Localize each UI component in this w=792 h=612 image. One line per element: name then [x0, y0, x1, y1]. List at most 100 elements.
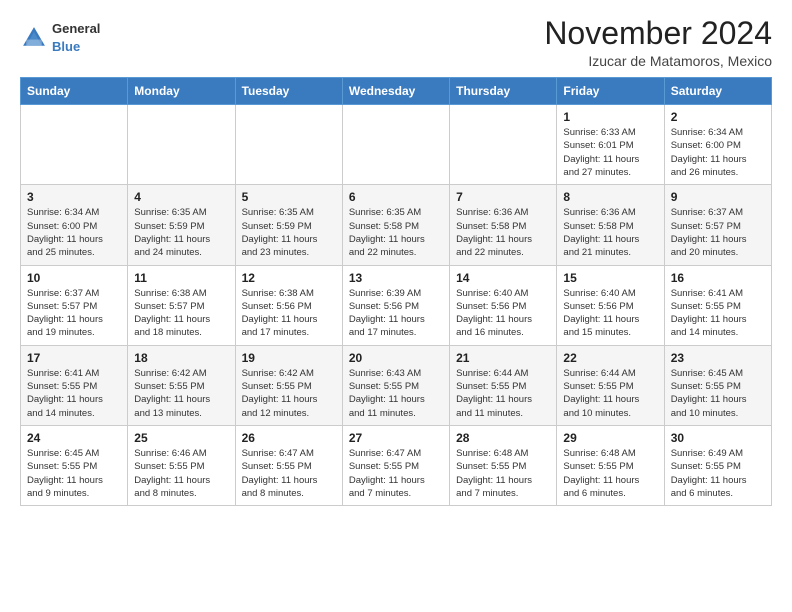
day-number: 4	[134, 190, 228, 204]
day-number: 22	[563, 351, 657, 365]
cell-2-6: 16Sunrise: 6:41 AM Sunset: 5:55 PM Dayli…	[664, 265, 771, 345]
cell-1-6: 9 Sunrise: 6:37 AM Sunset: 5:57 PM Daylig…	[664, 185, 771, 265]
day-info: Sunrise: 6:36 AM Sunset: 5:58 PM Dayligh…	[456, 206, 550, 259]
day-number: 15	[563, 271, 657, 285]
cell-3-6: 23 Sunrise: 6:45 AM Sunset: 5:55 PM Dayli…	[664, 345, 771, 425]
day-info: Sunrise: 6:47 AM Sunset: 5:55 PM Dayligh…	[349, 447, 443, 500]
cell-1-1: 4 Sunrise: 6:35 AM Sunset: 5:59 PM Daylig…	[128, 185, 235, 265]
week-row-2: 3 Sunrise: 6:34 AM Sunset: 6:00 PM Daylig…	[21, 185, 772, 265]
day-info: Sunrise: 6:35 AM Sunset: 5:59 PM Dayligh…	[134, 206, 228, 259]
cell-3-4: 21 Sunrise: 6:44 AM Sunset: 5:55 PM Dayli…	[450, 345, 557, 425]
col-monday: Monday	[128, 78, 235, 105]
logo-icon	[20, 24, 48, 52]
cell-2-2: 12Sunrise: 6:38 AM Sunset: 5:56 PM Dayli…	[235, 265, 342, 345]
col-wednesday: Wednesday	[342, 78, 449, 105]
day-number: 19	[242, 351, 336, 365]
cell-1-0: 3 Sunrise: 6:34 AM Sunset: 6:00 PM Daylig…	[21, 185, 128, 265]
day-info: Sunrise: 6:40 AM Sunset: 5:56 PM Dayligh…	[456, 287, 550, 340]
day-info: Sunrise: 6:34 AM Sunset: 6:00 PM Dayligh…	[671, 126, 765, 179]
day-info: Sunrise: 6:45 AM Sunset: 5:55 PM Dayligh…	[27, 447, 121, 500]
cell-1-2: 5 Sunrise: 6:35 AM Sunset: 5:59 PM Daylig…	[235, 185, 342, 265]
header-row: General Blue November 2024 Izucar de Mat…	[20, 16, 772, 69]
cell-2-1: 11Sunrise: 6:38 AM Sunset: 5:57 PM Dayli…	[128, 265, 235, 345]
day-info: Sunrise: 6:37 AM Sunset: 5:57 PM Dayligh…	[671, 206, 765, 259]
col-friday: Friday	[557, 78, 664, 105]
day-info: Sunrise: 6:39 AM Sunset: 5:56 PM Dayligh…	[349, 287, 443, 340]
cell-4-2: 26 Sunrise: 6:47 AM Sunset: 5:55 PM Dayli…	[235, 425, 342, 505]
cell-0-3	[342, 105, 449, 185]
day-number: 27	[349, 431, 443, 445]
day-number: 9	[671, 190, 765, 204]
cell-4-1: 25 Sunrise: 6:46 AM Sunset: 5:55 PM Dayli…	[128, 425, 235, 505]
logo-general-text: General	[52, 21, 100, 36]
day-number: 13	[349, 271, 443, 285]
day-number: 16	[671, 271, 765, 285]
day-info: Sunrise: 6:40 AM Sunset: 5:56 PM Dayligh…	[563, 287, 657, 340]
day-info: Sunrise: 6:45 AM Sunset: 5:55 PM Dayligh…	[671, 367, 765, 420]
cell-2-5: 15 Sunrise: 6:40 AM Sunset: 5:56 PM Dayli…	[557, 265, 664, 345]
cell-2-4: 14Sunrise: 6:40 AM Sunset: 5:56 PM Dayli…	[450, 265, 557, 345]
week-row-4: 17 Sunrise: 6:41 AM Sunset: 5:55 PM Dayli…	[21, 345, 772, 425]
day-info: Sunrise: 6:43 AM Sunset: 5:55 PM Dayligh…	[349, 367, 443, 420]
cell-1-5: 8 Sunrise: 6:36 AM Sunset: 5:58 PM Daylig…	[557, 185, 664, 265]
cell-1-4: 7 Sunrise: 6:36 AM Sunset: 5:58 PM Daylig…	[450, 185, 557, 265]
day-info: Sunrise: 6:37 AM Sunset: 5:57 PM Dayligh…	[27, 287, 121, 340]
calendar-page: General Blue November 2024 Izucar de Mat…	[0, 0, 792, 612]
cell-4-0: 24Sunrise: 6:45 AM Sunset: 5:55 PM Dayli…	[21, 425, 128, 505]
cell-0-5: 1 Sunrise: 6:33 AM Sunset: 6:01 PM Daylig…	[557, 105, 664, 185]
day-info: Sunrise: 6:33 AM Sunset: 6:01 PM Dayligh…	[563, 126, 657, 179]
day-info: Sunrise: 6:48 AM Sunset: 5:55 PM Dayligh…	[563, 447, 657, 500]
day-number: 11	[134, 271, 228, 285]
day-number: 20	[349, 351, 443, 365]
subtitle: Izucar de Matamoros, Mexico	[544, 53, 772, 69]
day-number: 5	[242, 190, 336, 204]
logo-blue: Blue	[52, 38, 100, 56]
header-row-days: Sunday Monday Tuesday Wednesday Thursday…	[21, 78, 772, 105]
day-info: Sunrise: 6:47 AM Sunset: 5:55 PM Dayligh…	[242, 447, 336, 500]
cell-0-4	[450, 105, 557, 185]
cell-4-4: 28Sunrise: 6:48 AM Sunset: 5:55 PM Dayli…	[450, 425, 557, 505]
week-row-1: 1 Sunrise: 6:33 AM Sunset: 6:01 PM Daylig…	[21, 105, 772, 185]
day-number: 10	[27, 271, 121, 285]
day-info: Sunrise: 6:34 AM Sunset: 6:00 PM Dayligh…	[27, 206, 121, 259]
cell-3-2: 19 Sunrise: 6:42 AM Sunset: 5:55 PM Dayli…	[235, 345, 342, 425]
day-number: 18	[134, 351, 228, 365]
week-row-3: 10 Sunrise: 6:37 AM Sunset: 5:57 PM Dayli…	[21, 265, 772, 345]
day-info: Sunrise: 6:42 AM Sunset: 5:55 PM Dayligh…	[134, 367, 228, 420]
cell-0-1	[128, 105, 235, 185]
day-number: 1	[563, 110, 657, 124]
day-number: 21	[456, 351, 550, 365]
day-info: Sunrise: 6:44 AM Sunset: 5:55 PM Dayligh…	[456, 367, 550, 420]
cell-2-3: 13 Sunrise: 6:39 AM Sunset: 5:56 PM Dayli…	[342, 265, 449, 345]
main-title: November 2024	[544, 16, 772, 51]
day-number: 3	[27, 190, 121, 204]
logo: General Blue	[20, 20, 100, 56]
day-number: 29	[563, 431, 657, 445]
day-number: 12	[242, 271, 336, 285]
day-info: Sunrise: 6:42 AM Sunset: 5:55 PM Dayligh…	[242, 367, 336, 420]
day-number: 17	[27, 351, 121, 365]
cell-0-0	[21, 105, 128, 185]
cell-0-6: 2Sunrise: 6:34 AM Sunset: 6:00 PM Daylig…	[664, 105, 771, 185]
day-info: Sunrise: 6:49 AM Sunset: 5:55 PM Dayligh…	[671, 447, 765, 500]
cell-3-1: 18 Sunrise: 6:42 AM Sunset: 5:55 PM Dayli…	[128, 345, 235, 425]
day-info: Sunrise: 6:35 AM Sunset: 5:59 PM Dayligh…	[242, 206, 336, 259]
cell-3-5: 22Sunrise: 6:44 AM Sunset: 5:55 PM Dayli…	[557, 345, 664, 425]
cell-4-3: 27 Sunrise: 6:47 AM Sunset: 5:55 PM Dayli…	[342, 425, 449, 505]
day-info: Sunrise: 6:48 AM Sunset: 5:55 PM Dayligh…	[456, 447, 550, 500]
week-row-5: 24Sunrise: 6:45 AM Sunset: 5:55 PM Dayli…	[21, 425, 772, 505]
col-saturday: Saturday	[664, 78, 771, 105]
day-number: 6	[349, 190, 443, 204]
day-info: Sunrise: 6:41 AM Sunset: 5:55 PM Dayligh…	[27, 367, 121, 420]
logo-blue-text: Blue	[52, 39, 80, 54]
day-number: 7	[456, 190, 550, 204]
title-block: November 2024 Izucar de Matamoros, Mexic…	[544, 16, 772, 69]
day-number: 23	[671, 351, 765, 365]
day-number: 26	[242, 431, 336, 445]
day-number: 25	[134, 431, 228, 445]
cell-2-0: 10 Sunrise: 6:37 AM Sunset: 5:57 PM Dayli…	[21, 265, 128, 345]
day-info: Sunrise: 6:46 AM Sunset: 5:55 PM Dayligh…	[134, 447, 228, 500]
day-info: Sunrise: 6:36 AM Sunset: 5:58 PM Dayligh…	[563, 206, 657, 259]
day-number: 8	[563, 190, 657, 204]
col-thursday: Thursday	[450, 78, 557, 105]
